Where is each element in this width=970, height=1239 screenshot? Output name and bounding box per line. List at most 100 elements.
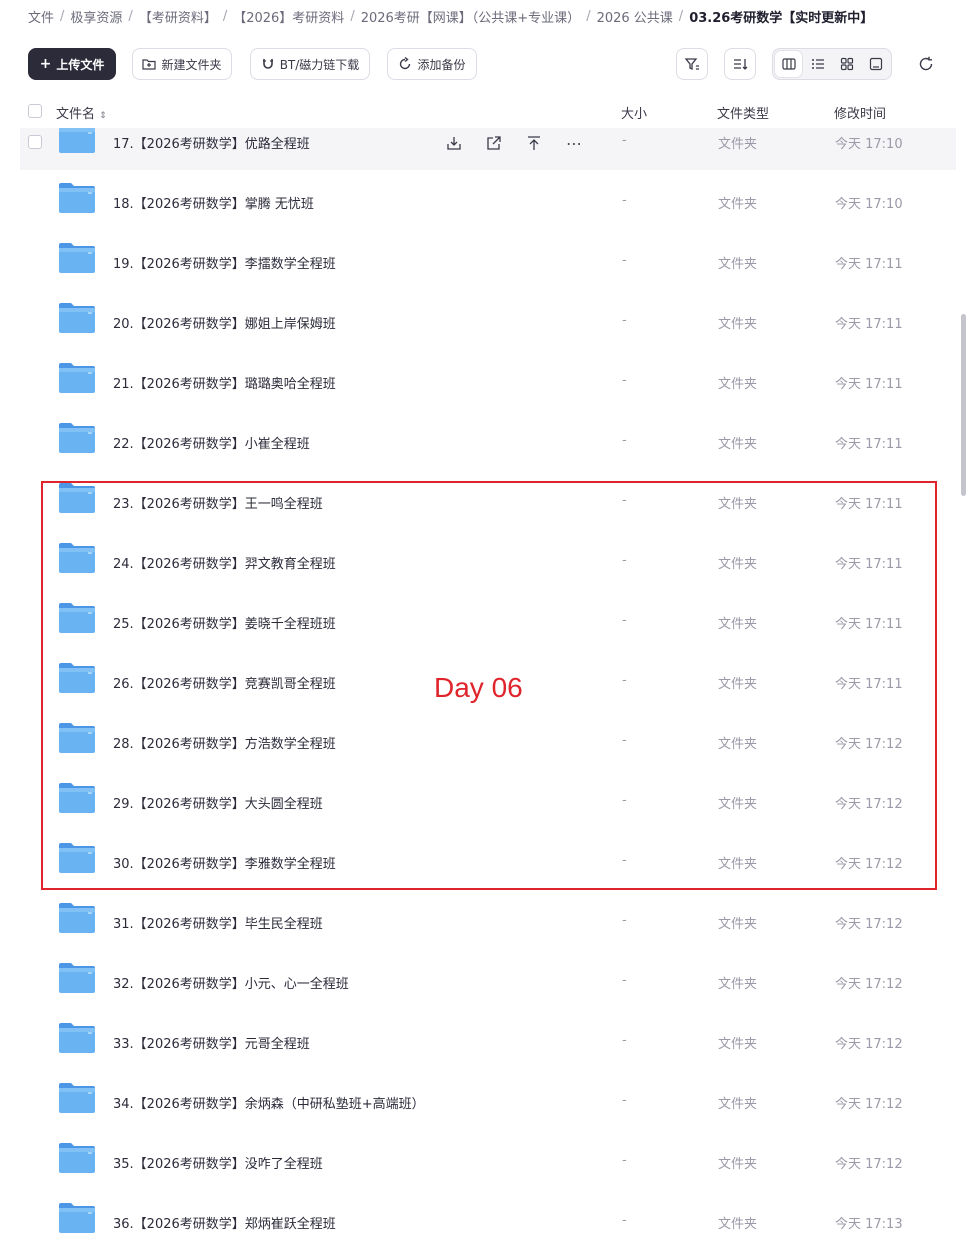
file-name[interactable]: 34.【2026考研数学】余炳森（中研私塾班+高端班） bbox=[113, 1093, 425, 1112]
breadcrumb: 文件 / 极享资源 / 【考研资料】 / 【2026】考研资料 / 2026考研【网课】（公共课… bbox=[28, 6, 873, 26]
file-name[interactable]: 22.【2026考研数学】小崔全程班 bbox=[113, 433, 310, 452]
view-grid-button[interactable] bbox=[833, 51, 860, 77]
file-row[interactable]: 30.【2026考研数学】李雅数学全程班 - 文件夹 今天 17:12 bbox=[20, 830, 956, 890]
file-size: - bbox=[622, 913, 627, 928]
column-header-modified[interactable]: 修改时间 bbox=[834, 103, 886, 122]
sort-button[interactable] bbox=[724, 48, 756, 80]
file-type: 文件夹 bbox=[718, 1097, 758, 1112]
file-type: 文件夹 bbox=[718, 797, 758, 812]
breadcrumb-item[interactable]: 2026 公共课 bbox=[597, 7, 673, 26]
folder-icon bbox=[58, 842, 96, 874]
pin-top-icon[interactable] bbox=[524, 133, 544, 153]
file-name[interactable]: 26.【2026考研数学】竞赛凯哥全程班 bbox=[113, 673, 336, 692]
file-row[interactable]: 21.【2026考研数学】璐璐奥哈全程班 - 文件夹 今天 17:11 bbox=[20, 350, 956, 410]
breadcrumb-separator: / bbox=[350, 8, 355, 24]
download-icon[interactable] bbox=[444, 133, 464, 153]
file-name[interactable]: 20.【2026考研数学】娜姐上岸保姆班 bbox=[113, 313, 336, 332]
column-header-name[interactable]: 文件名 ⇕ bbox=[56, 103, 107, 122]
file-size: - bbox=[622, 1153, 627, 1168]
refresh-icon bbox=[919, 56, 933, 71]
share-icon[interactable] bbox=[484, 133, 504, 153]
file-row[interactable]: 20.【2026考研数学】娜姐上岸保姆班 - 文件夹 今天 17:11 bbox=[20, 290, 956, 350]
breadcrumb-item[interactable]: 【考研资料】 bbox=[139, 7, 217, 26]
file-size: - bbox=[622, 613, 627, 628]
file-size: - bbox=[622, 193, 627, 208]
folder-icon bbox=[58, 1202, 96, 1234]
file-modified-time: 今天 17:10 bbox=[835, 137, 903, 152]
column-header-size[interactable]: 大小 bbox=[621, 103, 647, 122]
file-name[interactable]: 33.【2026考研数学】元哥全程班 bbox=[113, 1033, 310, 1052]
file-row[interactable]: 32.【2026考研数学】小元、心一全程班 - 文件夹 今天 17:12 bbox=[20, 950, 956, 1010]
filter-button[interactable] bbox=[676, 48, 708, 80]
view-preview-button[interactable] bbox=[862, 51, 889, 77]
breadcrumb-separator: / bbox=[60, 8, 65, 24]
file-row[interactable]: 19.【2026考研数学】李擂数学全程班 - 文件夹 今天 17:11 bbox=[20, 230, 956, 290]
breadcrumb-item: 03.26考研数学【实时更新中】 bbox=[689, 10, 874, 26]
view-columns-button[interactable] bbox=[775, 51, 802, 77]
breadcrumb-item[interactable]: 极享资源 bbox=[70, 7, 122, 26]
file-row[interactable]: 17.【2026考研数学】优路全程班 ⋯ - 文件夹 今天 17:10 bbox=[20, 128, 956, 170]
view-list-button[interactable] bbox=[804, 51, 831, 77]
more-icon[interactable]: ⋯ bbox=[564, 133, 584, 153]
file-row[interactable]: 36.【2026考研数学】郑炳崔跃全程班 - 文件夹 今天 17:13 bbox=[20, 1190, 956, 1239]
file-name[interactable]: 21.【2026考研数学】璐璐奥哈全程班 bbox=[113, 373, 336, 392]
file-name[interactable]: 18.【2026考研数学】掌腾 无忧班 bbox=[113, 193, 314, 212]
breadcrumb-item[interactable]: 文件 bbox=[28, 7, 54, 26]
file-name[interactable]: 28.【2026考研数学】方浩数学全程班 bbox=[113, 733, 336, 752]
file-row[interactable]: 28.【2026考研数学】方浩数学全程班 - 文件夹 今天 17:12 bbox=[20, 710, 956, 770]
file-name[interactable]: 35.【2026考研数学】没咋了全程班 bbox=[113, 1153, 323, 1172]
folder-icon bbox=[58, 662, 96, 694]
file-row[interactable]: 31.【2026考研数学】毕生民全程班 - 文件夹 今天 17:12 bbox=[20, 890, 956, 950]
file-name[interactable]: 32.【2026考研数学】小元、心一全程班 bbox=[113, 973, 349, 992]
breadcrumb-item[interactable]: 2026考研【网课】（公共课+专业课） bbox=[361, 7, 580, 26]
select-all-checkbox[interactable] bbox=[28, 104, 42, 118]
file-name[interactable]: 29.【2026考研数学】大头圆全程班 bbox=[113, 793, 323, 812]
file-row[interactable]: 18.【2026考研数学】掌腾 无忧班 - 文件夹 今天 17:10 bbox=[20, 170, 956, 230]
file-type: 文件夹 bbox=[718, 1037, 758, 1052]
file-name[interactable]: 23.【2026考研数学】王一鸣全程班 bbox=[113, 493, 323, 512]
file-name[interactable]: 30.【2026考研数学】李雅数学全程班 bbox=[113, 853, 336, 872]
file-modified-time: 今天 17:12 bbox=[835, 1157, 903, 1172]
folder-icon bbox=[58, 1142, 96, 1174]
file-name[interactable]: 36.【2026考研数学】郑炳崔跃全程班 bbox=[113, 1213, 336, 1232]
vertical-scrollbar[interactable] bbox=[961, 314, 966, 496]
file-modified-time: 今天 17:11 bbox=[835, 377, 903, 392]
file-name[interactable]: 31.【2026考研数学】毕生民全程班 bbox=[113, 913, 323, 932]
file-name[interactable]: 24.【2026考研数学】羿文教育全程班 bbox=[113, 553, 336, 572]
folder-icon bbox=[58, 128, 96, 154]
file-name[interactable]: 19.【2026考研数学】李擂数学全程班 bbox=[113, 253, 336, 272]
file-name[interactable]: 25.【2026考研数学】姜晓千全程班班 bbox=[113, 613, 336, 632]
file-row[interactable]: 22.【2026考研数学】小崔全程班 - 文件夹 今天 17:11 bbox=[20, 410, 956, 470]
file-type: 文件夹 bbox=[718, 857, 758, 872]
folder-icon bbox=[58, 1022, 96, 1054]
file-type: 文件夹 bbox=[718, 1217, 758, 1232]
breadcrumb-separator: / bbox=[678, 8, 684, 24]
file-row[interactable]: 35.【2026考研数学】没咋了全程班 - 文件夹 今天 17:12 bbox=[20, 1130, 956, 1190]
preview-view-icon bbox=[869, 57, 882, 71]
bt-magnet-download-button[interactable]: BT/磁力链下载 bbox=[250, 48, 370, 80]
row-checkbox[interactable] bbox=[28, 135, 42, 149]
column-header-type[interactable]: 文件类型 bbox=[717, 103, 769, 122]
file-row[interactable]: 33.【2026考研数学】元哥全程班 - 文件夹 今天 17:12 bbox=[20, 1010, 956, 1070]
breadcrumb-item[interactable]: 【2026】考研资料 bbox=[233, 7, 344, 26]
file-size: - bbox=[622, 1213, 627, 1228]
file-name[interactable]: 17.【2026考研数学】优路全程班 bbox=[113, 133, 310, 152]
file-size: - bbox=[622, 673, 627, 688]
refresh-button[interactable] bbox=[910, 48, 942, 80]
add-backup-button[interactable]: 添加备份 bbox=[387, 48, 477, 80]
backup-sync-icon bbox=[400, 57, 411, 70]
folder-icon bbox=[58, 182, 96, 214]
folder-icon bbox=[58, 962, 96, 994]
file-row[interactable]: 24.【2026考研数学】羿文教育全程班 - 文件夹 今天 17:11 bbox=[20, 530, 956, 590]
file-type: 文件夹 bbox=[718, 377, 758, 392]
file-modified-time: 今天 17:10 bbox=[835, 197, 903, 212]
new-folder-button[interactable]: 新建文件夹 bbox=[132, 48, 232, 80]
file-row[interactable]: 25.【2026考研数学】姜晓千全程班班 - 文件夹 今天 17:11 bbox=[20, 590, 956, 650]
folder-icon bbox=[58, 362, 96, 394]
file-row[interactable]: 34.【2026考研数学】余炳森（中研私塾班+高端班） - 文件夹 今天 17:12 bbox=[20, 1070, 956, 1130]
file-row[interactable]: 23.【2026考研数学】王一鸣全程班 - 文件夹 今天 17:11 bbox=[20, 470, 956, 530]
file-row[interactable]: 29.【2026考研数学】大头圆全程班 - 文件夹 今天 17:12 bbox=[20, 770, 956, 830]
file-modified-time: 今天 17:13 bbox=[835, 1217, 903, 1232]
upload-button[interactable]: + 上传文件 bbox=[28, 48, 116, 80]
sort-icon bbox=[734, 59, 748, 70]
